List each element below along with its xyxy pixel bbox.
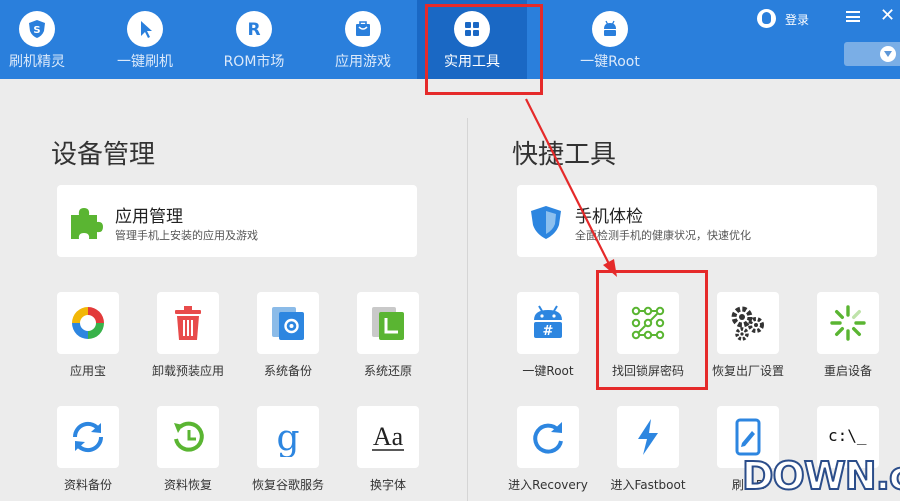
annotation-arrow	[525, 98, 617, 277]
watermark-text: DOWN.cc	[741, 453, 900, 499]
watermark-logo: DOWN.cc	[738, 452, 900, 501]
